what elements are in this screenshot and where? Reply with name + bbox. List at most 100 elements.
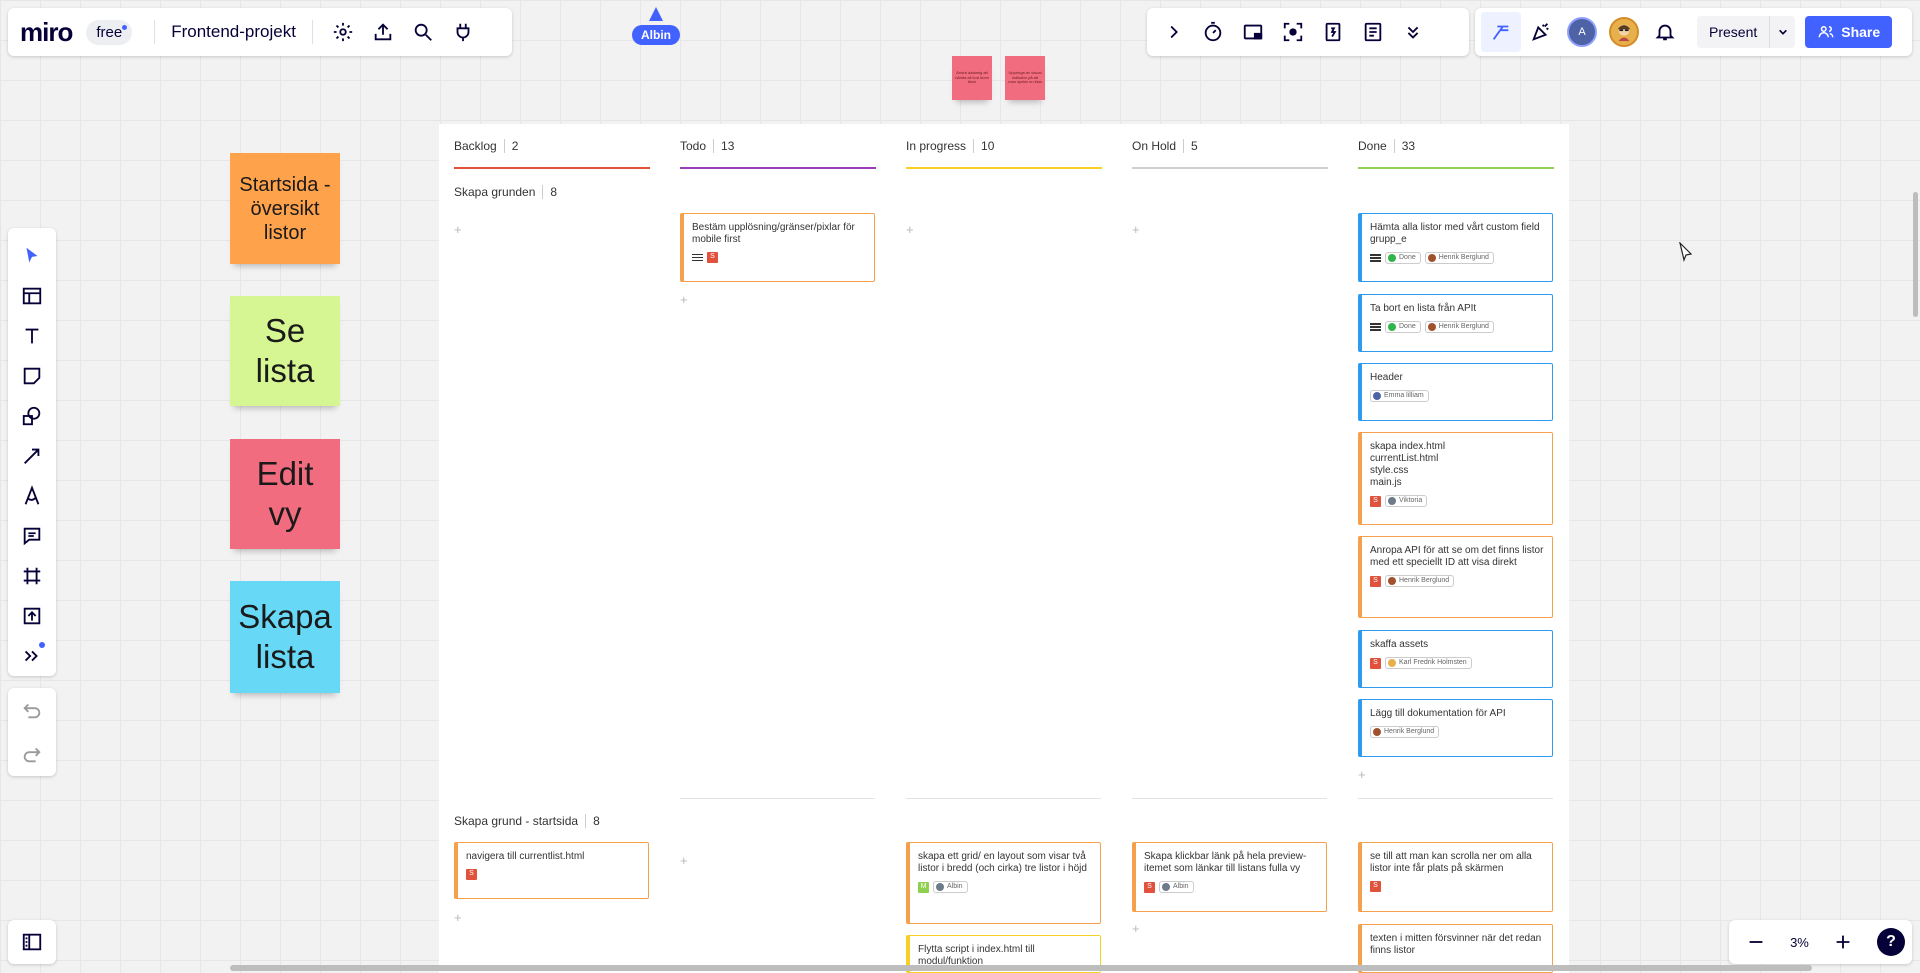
swimlane-header[interactable]: Skapa grund - startsida 8	[454, 814, 600, 828]
column-header[interactable]: Done 33	[1358, 139, 1554, 153]
add-card-plus-icon[interactable]: +	[1132, 222, 1140, 237]
add-card-plus-icon[interactable]: +	[1358, 767, 1366, 782]
sticky-note[interactable]: Startsida - översikt listor	[230, 153, 340, 264]
estimate-badge: S	[466, 869, 477, 880]
avatar	[1427, 254, 1436, 263]
avatar	[1388, 577, 1396, 586]
chevron-down-icon[interactable]	[1769, 16, 1795, 48]
collaboration-toolbar	[1147, 8, 1469, 56]
collaborator-cursor: Albin	[632, 7, 680, 45]
column-header[interactable]: Backlog 2	[454, 139, 650, 153]
vertical-scrollbar[interactable]	[1913, 192, 1918, 317]
add-card-plus-icon[interactable]: +	[680, 853, 688, 868]
add-card-plus-icon[interactable]: +	[1132, 921, 1140, 936]
search-icon[interactable]	[403, 12, 443, 52]
board-toolbar: miro free Frontend-projekt	[8, 8, 512, 56]
sticky-note[interactable]: Skapa lista	[230, 581, 340, 693]
board-name[interactable]: Frontend-projekt	[171, 22, 296, 42]
add-card-plus-icon[interactable]: +	[680, 292, 688, 307]
add-card-plus-icon[interactable]: +	[454, 222, 462, 237]
shapes-icon[interactable]	[12, 396, 52, 436]
column-header[interactable]: On Hold 5	[1132, 139, 1328, 153]
zoom-controls: 3% ?	[1729, 920, 1912, 964]
kanban-card[interactable]: skapa index.html currentList.html style.…	[1358, 432, 1553, 525]
export-upload-icon[interactable]	[363, 12, 403, 52]
more-chevron-icon[interactable]	[1393, 12, 1433, 52]
connection-line-icon[interactable]	[12, 436, 52, 476]
text-icon[interactable]	[12, 316, 52, 356]
select-cursor-icon[interactable]	[12, 236, 52, 276]
kanban-card[interactable]: Anropa API för att se om det finns listo…	[1358, 536, 1553, 618]
card-icon[interactable]	[1233, 12, 1273, 52]
sticky-note[interactable]: Se lista	[230, 296, 340, 406]
frames-list-icon[interactable]	[12, 922, 52, 962]
column-color-line	[454, 167, 650, 169]
cursor-arrow-icon	[649, 7, 663, 21]
avatar[interactable]	[1609, 17, 1639, 47]
estimate-badge: S	[1370, 657, 1381, 669]
templates-icon[interactable]	[12, 276, 52, 316]
settings-gear-icon[interactable]	[323, 12, 363, 52]
chevron-right-icon[interactable]	[1153, 12, 1193, 52]
help-icon[interactable]: ?	[1876, 928, 1905, 956]
focus-icon[interactable]	[1273, 12, 1313, 52]
kanban-card[interactable]: Bestäm upplösning/gränser/pixlar för mob…	[680, 213, 875, 282]
miro-logo[interactable]: miro	[20, 17, 73, 48]
swimlane-header[interactable]: Skapa grunden 8	[454, 185, 557, 199]
check-icon	[1388, 323, 1396, 332]
sticky-note-mini[interactable]: Uppringa av visual indikator på att man …	[1005, 56, 1045, 100]
estimate-badge: S	[1370, 575, 1381, 587]
plan-badge[interactable]: free	[86, 19, 133, 45]
divider	[154, 20, 156, 44]
redo-icon[interactable]	[12, 734, 52, 774]
upload-icon[interactable]	[12, 596, 52, 636]
avatar	[1388, 659, 1396, 668]
notes-icon[interactable]	[1353, 12, 1393, 52]
assignee-pill: Viktoria	[1385, 495, 1428, 508]
card-title: Anropa API för att se om det finns listo…	[1370, 545, 1544, 568]
sticky-note-icon[interactable]	[12, 356, 52, 396]
kanban-card[interactable]: se till att man kan scrolla ner om alla …	[1358, 842, 1553, 912]
check-icon	[1388, 254, 1396, 263]
sticky-note[interactable]: Edit vy	[230, 439, 340, 549]
kanban-card[interactable]: Header Emma lilliam	[1358, 363, 1553, 421]
celebrate-icon[interactable]	[1521, 12, 1561, 52]
kanban-card[interactable]: Ta bort en lista från APIt Done Henrik B…	[1358, 294, 1553, 352]
add-card-plus-icon[interactable]: +	[454, 910, 462, 925]
share-button[interactable]: Share	[1805, 16, 1893, 48]
avatar	[936, 883, 944, 892]
bell-icon[interactable]	[1645, 12, 1685, 52]
sticky-note-mini[interactable]: Ändra datamig att hämta all kod inom lis…	[952, 56, 992, 100]
voting-icon[interactable]	[1313, 12, 1353, 52]
kanban-card[interactable]: Lägg till dokumentation för API Henrik B…	[1358, 699, 1553, 757]
kanban-card[interactable]: navigera till currentlist.html S	[454, 842, 649, 899]
present-label[interactable]: Present	[1697, 24, 1769, 40]
more-apps-icon[interactable]	[12, 636, 52, 676]
apps-plug-icon[interactable]	[443, 12, 483, 52]
timer-icon[interactable]	[1193, 12, 1233, 52]
column-color-line	[1358, 167, 1554, 169]
frame-icon[interactable]	[12, 556, 52, 596]
present-button[interactable]: Present	[1697, 16, 1796, 48]
avatar[interactable]: A	[1567, 17, 1597, 47]
add-card-plus-icon[interactable]: +	[906, 222, 914, 237]
column-header[interactable]: In progress 10	[906, 139, 1102, 153]
divider	[311, 20, 313, 44]
undo-icon[interactable]	[12, 690, 52, 730]
column-header[interactable]: Todo 13	[680, 139, 876, 153]
users-icon	[1818, 26, 1834, 38]
zoom-in-icon[interactable]	[1823, 922, 1863, 962]
kanban-card[interactable]: skaffa assets S Karl Fredrik Holmsten	[1358, 630, 1553, 688]
description-icon	[692, 252, 703, 263]
zoom-level[interactable]: 3%	[1790, 935, 1809, 950]
kanban-card[interactable]: Hämta alla listor med vårt custom field …	[1358, 213, 1553, 282]
zoom-out-icon[interactable]	[1736, 922, 1776, 962]
comment-icon[interactable]	[12, 516, 52, 556]
estimate-badge: S	[1144, 881, 1155, 893]
kanban-card[interactable]: skapa ett grid/ en layout som visar två …	[906, 842, 1101, 924]
collaborator-name: Albin	[632, 25, 680, 45]
reactions-icon[interactable]	[1481, 12, 1521, 52]
horizontal-scrollbar[interactable]	[230, 965, 1812, 971]
pen-icon[interactable]	[12, 476, 52, 516]
kanban-card[interactable]: Skapa klickbar länk på hela preview-item…	[1132, 842, 1327, 912]
